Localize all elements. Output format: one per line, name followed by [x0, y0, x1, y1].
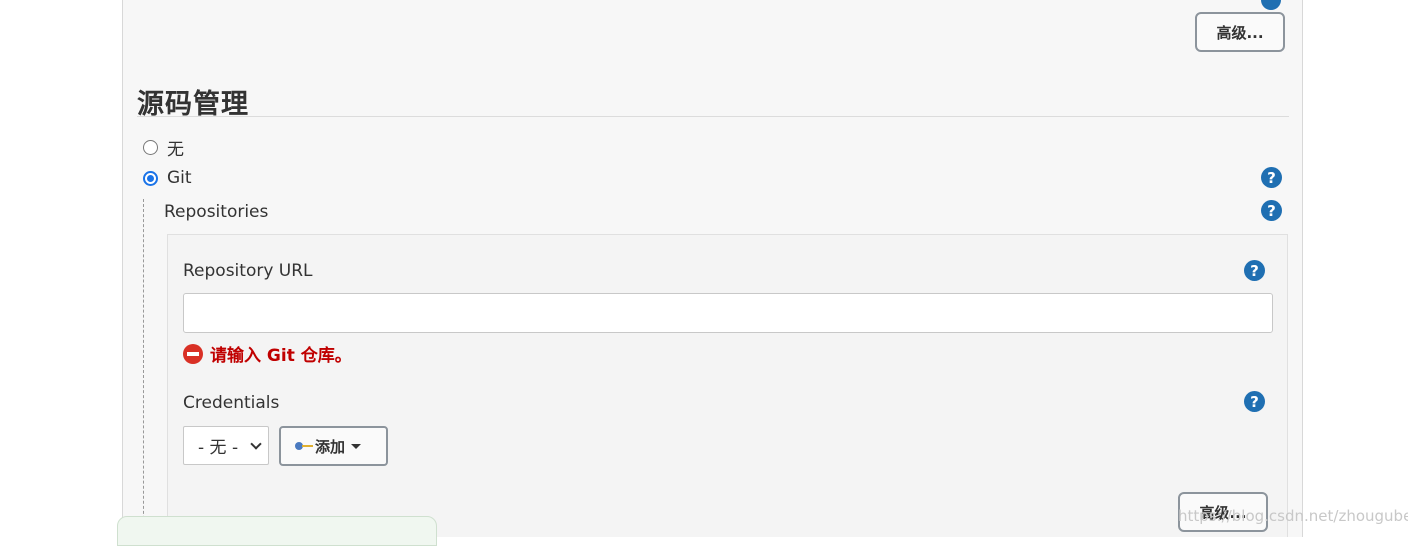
radio-option-git[interactable]: Git	[143, 168, 192, 188]
nesting-guide-line	[143, 199, 144, 537]
validation-error: 请输入 Git 仓库。	[183, 341, 352, 366]
add-button-label: 添加	[315, 437, 346, 456]
error-icon	[183, 343, 203, 364]
config-panel: 高级... 源码管理 无 Git ? Repositories ? Reposi…	[122, 0, 1303, 537]
radio-git[interactable]	[143, 170, 158, 186]
credentials-help-icon[interactable]: ?	[1244, 391, 1265, 412]
watermark: https://blog.csdn.net/zhougubei	[1178, 507, 1408, 525]
repository-url-help-icon[interactable]: ?	[1244, 260, 1265, 281]
repositories-label: Repositories	[164, 202, 269, 222]
git-help-icon[interactable]: ?	[1261, 167, 1282, 188]
credentials-select[interactable]: - 无 -	[183, 426, 269, 465]
help-icon[interactable]	[1261, 0, 1281, 10]
chevron-down-icon	[250, 438, 262, 450]
section-divider	[137, 116, 1289, 117]
repository-entry: Repository URL ? 请输入 Git 仓库。 Credentials…	[167, 234, 1288, 537]
radio-none[interactable]	[143, 140, 158, 155]
error-message: 请输入 Git 仓库。	[210, 346, 352, 366]
floating-panel-edge	[117, 516, 437, 546]
radio-option-none[interactable]: 无	[143, 135, 184, 160]
radio-none-label: 无	[167, 140, 184, 160]
caret-down-icon	[351, 443, 362, 449]
radio-git-label: Git	[167, 168, 192, 188]
credentials-label: Credentials	[183, 393, 280, 413]
repositories-help-icon[interactable]: ?	[1261, 200, 1282, 221]
advanced-button-top[interactable]: 高级...	[1195, 12, 1285, 52]
credentials-select-value: - 无 -	[198, 438, 239, 458]
repository-url-input[interactable]	[183, 293, 1273, 333]
repository-url-label: Repository URL	[183, 261, 313, 281]
key-icon	[295, 441, 313, 451]
add-credentials-button[interactable]: 添加	[279, 426, 388, 466]
